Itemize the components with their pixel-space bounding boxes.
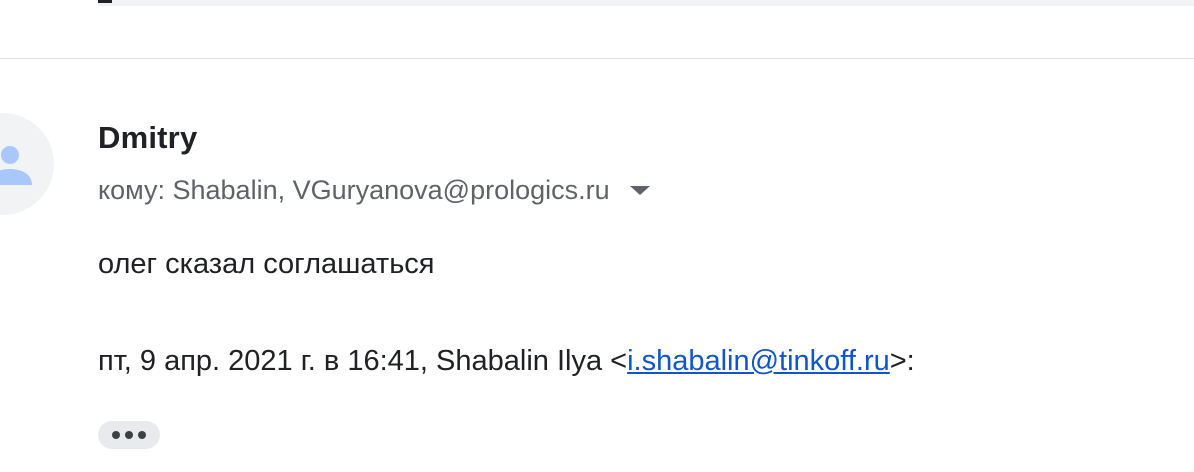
header-divider <box>0 58 1194 59</box>
ellipsis-icon <box>112 431 120 439</box>
person-icon <box>0 146 32 185</box>
caret-down-icon[interactable] <box>629 186 650 195</box>
quote-suffix: >: <box>889 345 915 377</box>
toolbar-mark <box>98 0 112 3</box>
ellipsis-icon <box>125 431 133 439</box>
toolbar-strip <box>98 0 1194 6</box>
message-body: олег сказал соглашаться <box>98 248 435 280</box>
avatar[interactable] <box>0 113 54 215</box>
show-trimmed-content-button[interactable] <box>98 421 160 449</box>
quote-attribution: пт, 9 апр. 2021 г. в 16:41, Shabalin Ily… <box>98 345 915 378</box>
recipients-line[interactable]: кому: Shabalin, VGuryanova@prologics.ru <box>98 175 650 206</box>
quote-email-link[interactable]: i.shabalin@tinkoff.ru <box>627 345 890 377</box>
sender-name[interactable]: Dmitry <box>98 120 197 156</box>
recipients-label: кому: Shabalin, VGuryanova@prologics.ru <box>98 175 610 205</box>
email-message-view: Dmitry кому: Shabalin, VGuryanova@prolog… <box>0 0 1194 472</box>
quote-prefix: пт, 9 апр. 2021 г. в 16:41, Shabalin Ily… <box>98 345 628 377</box>
ellipsis-icon <box>138 431 146 439</box>
